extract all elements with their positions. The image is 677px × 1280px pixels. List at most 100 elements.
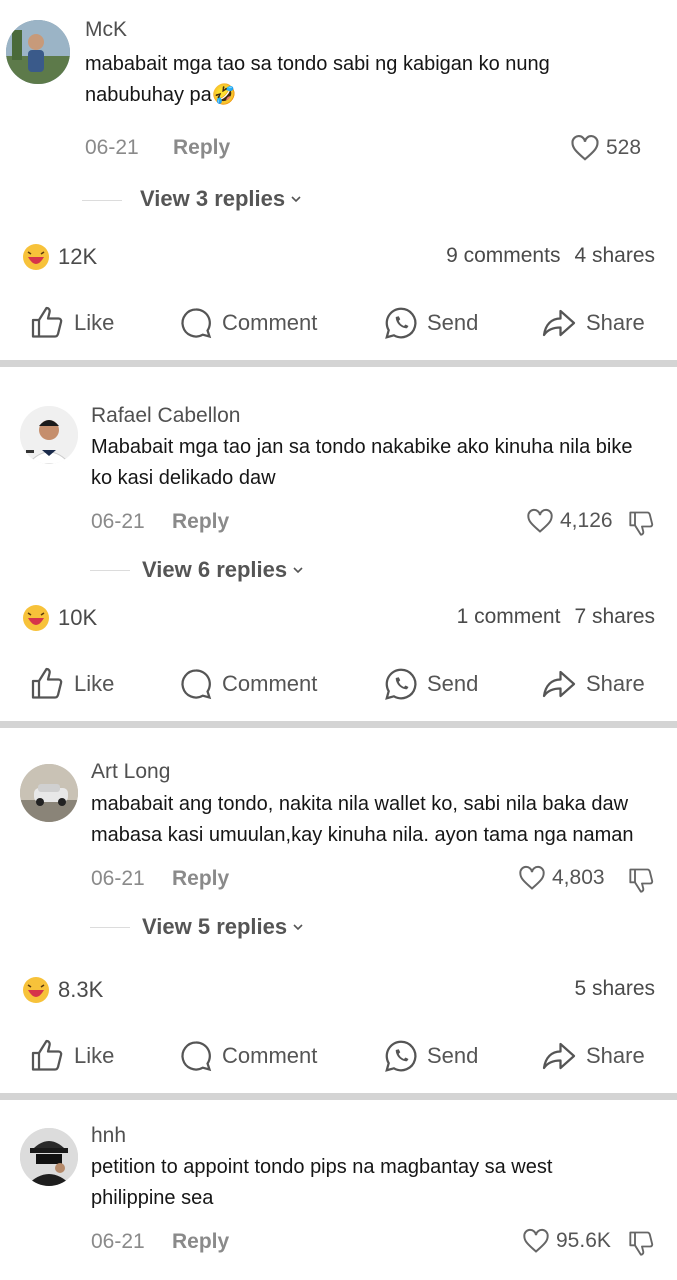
comment-text-line: mabasa kasi umuulan,kay kinuha nila. ayo… — [91, 824, 634, 846]
like-button[interactable]: Like — [30, 661, 114, 707]
reaction-count[interactable]: 12K — [58, 244, 97, 270]
dislike-icon[interactable] — [628, 1229, 656, 1257]
comment-text-line: Mababait mga tao jan sa tondo nakabike a… — [91, 436, 633, 458]
comment-bubble-icon — [181, 669, 212, 700]
share-arrow-icon — [542, 309, 576, 337]
heart-icon — [523, 1228, 549, 1253]
share-count[interactable]: 5 shares — [574, 977, 655, 1001]
chevron-down-icon — [293, 924, 303, 931]
comment-button[interactable]: Comment — [178, 1033, 317, 1079]
like-button[interactable]: Like — [30, 300, 114, 346]
comment-date: 06-21 — [91, 867, 145, 890]
comment-button[interactable]: Comment — [178, 300, 317, 346]
comment-text-line: ko kasi delikado daw — [91, 467, 276, 489]
like-button[interactable]: Like — [30, 1033, 114, 1079]
share-count[interactable]: 7 shares — [574, 605, 655, 629]
like-comment-button[interactable]: 4,126 — [526, 508, 613, 534]
reply-button[interactable]: Reply — [172, 867, 229, 891]
view-replies-label: View 6 replies — [142, 557, 288, 582]
avatar[interactable] — [20, 764, 78, 822]
haha-emoji-icon[interactable] — [22, 976, 50, 1004]
comment-label: Comment — [222, 1043, 318, 1068]
comment-author[interactable]: hnh — [91, 1124, 126, 1148]
comment-text-line: petition to appoint tondo pips na magban… — [91, 1156, 553, 1178]
divider — [82, 200, 122, 201]
comment-text: Mababait mga tao jan sa tondo nakabike a… — [91, 432, 661, 494]
whatsapp-icon — [385, 1040, 417, 1072]
reply-button[interactable]: Reply — [172, 1230, 229, 1254]
comment-date: 06-21 — [91, 1230, 145, 1253]
comment-text-line: mababait mga tao sa tondo sabi ng kabiga… — [85, 53, 550, 75]
like-label: Like — [74, 310, 115, 335]
comment-count[interactable]: 1 comment — [457, 605, 561, 629]
divider — [90, 570, 130, 571]
dislike-icon[interactable] — [628, 866, 656, 894]
comment-label: Comment — [222, 310, 318, 335]
like-label: Like — [74, 1043, 115, 1068]
share-label: Share — [586, 310, 645, 335]
comment-label: Comment — [222, 671, 318, 696]
reaction-count[interactable]: 10K — [58, 605, 97, 631]
view-replies-button[interactable]: View 3 replies — [140, 186, 303, 212]
share-button[interactable]: Share — [540, 1033, 645, 1079]
share-button[interactable]: Share — [540, 300, 645, 346]
haha-emoji-icon[interactable] — [22, 604, 50, 632]
comment-author[interactable]: Rafael Cabellon — [91, 404, 240, 428]
comment-author[interactable]: Art Long — [91, 760, 170, 784]
comment-bubble-icon — [181, 1041, 212, 1072]
like-count: 528 — [606, 136, 642, 159]
share-label: Share — [586, 1043, 645, 1068]
like-comment-button[interactable]: 4,803 — [518, 865, 605, 891]
send-button[interactable]: Send — [383, 661, 478, 707]
comment-count[interactable]: 9 comments — [446, 244, 560, 268]
comment-date: 06-21 — [91, 510, 145, 533]
share-arrow-icon — [542, 1042, 576, 1070]
share-button[interactable]: Share — [540, 661, 645, 707]
view-replies-label: View 5 replies — [142, 914, 288, 939]
view-replies-button[interactable]: View 6 replies — [142, 557, 305, 583]
avatar[interactable] — [6, 20, 70, 84]
chevron-down-icon — [293, 567, 303, 574]
view-replies-button[interactable]: View 5 replies — [142, 914, 305, 940]
chevron-down-icon — [291, 196, 301, 203]
like-comment-button[interactable]: 528 — [570, 134, 641, 162]
reply-button[interactable]: Reply — [173, 136, 230, 160]
send-button[interactable]: Send — [383, 300, 478, 346]
avatar[interactable] — [20, 406, 78, 464]
like-label: Like — [74, 671, 115, 696]
thumbs-up-icon — [31, 667, 63, 699]
share-label: Share — [586, 671, 645, 696]
reaction-count[interactable]: 8.3K — [58, 977, 103, 1003]
thumbs-up-icon — [31, 1039, 63, 1071]
heart-icon — [527, 508, 553, 533]
post-divider — [0, 721, 677, 728]
comment-author[interactable]: McK — [85, 18, 127, 42]
send-button[interactable]: Send — [383, 1033, 478, 1079]
post-action-bar: Like Comment Send Share — [0, 300, 677, 346]
comment-bubble-icon — [181, 308, 212, 339]
haha-emoji-icon[interactable] — [22, 243, 50, 271]
send-label: Send — [427, 310, 479, 335]
divider — [90, 927, 130, 928]
share-count[interactable]: 4 shares — [574, 244, 655, 268]
view-replies-label: View 3 replies — [140, 186, 286, 211]
comment-button[interactable]: Comment — [178, 661, 317, 707]
comment-text: mababait mga tao sa tondo sabi ng kabiga… — [85, 49, 645, 111]
like-comment-button[interactable]: 95.6K — [522, 1228, 611, 1254]
thumbs-up-icon — [31, 306, 63, 338]
share-arrow-icon — [542, 670, 576, 698]
like-count: 4,803 — [552, 866, 605, 889]
reply-button[interactable]: Reply — [172, 510, 229, 534]
post-action-bar: Like Comment Send Share — [0, 661, 677, 707]
avatar[interactable] — [20, 1128, 78, 1186]
post-divider — [0, 360, 677, 367]
heart-icon — [571, 135, 599, 161]
heart-icon — [519, 865, 545, 890]
whatsapp-icon — [385, 307, 417, 339]
comment-date: 06-21 — [85, 136, 139, 159]
comment-text-line: nabubuhay pa🤣 — [85, 84, 237, 106]
reaction-summary: 10K 1 comment 7 shares — [0, 601, 677, 641]
dislike-icon[interactable] — [628, 509, 656, 537]
send-label: Send — [427, 671, 479, 696]
reaction-summary: 12K 9 comments 4 shares — [0, 240, 677, 280]
